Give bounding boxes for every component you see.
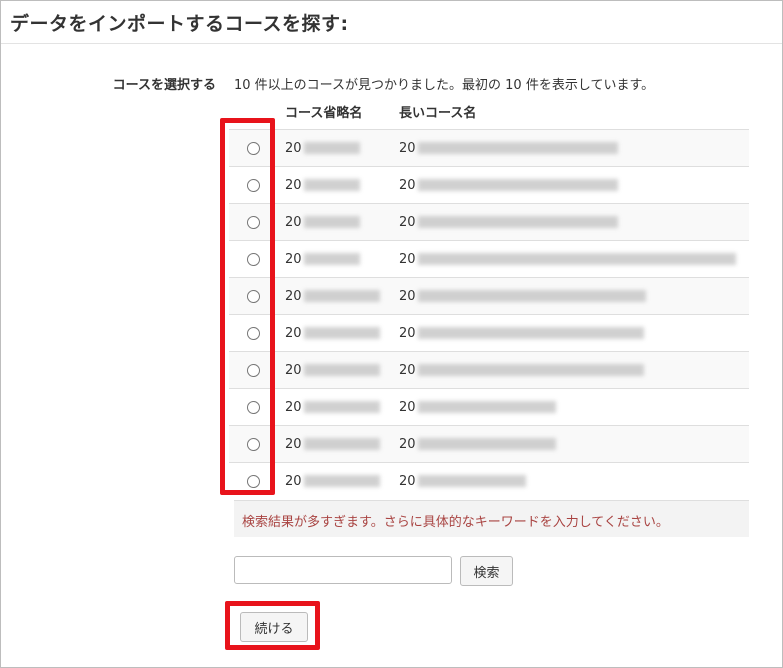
redacted-long-name (417, 216, 618, 228)
long-name-text: 20 (399, 214, 416, 230)
redacted-long-name (417, 438, 556, 450)
long-name-text: 20 (399, 473, 416, 489)
long-name-text: 20 (399, 325, 416, 341)
redacted-long-name (417, 253, 736, 265)
short-name-column-header: コース省略名 (285, 105, 363, 121)
long-name-text: 20 (399, 436, 416, 452)
table-row[interactable]: 20 20 (229, 388, 749, 426)
short-name-text: 20 (285, 399, 302, 415)
redacted-short-name (303, 142, 360, 154)
radio-column-highlight (220, 118, 275, 495)
long-name-text: 20 (399, 399, 416, 415)
search-button[interactable]: 検索 (460, 556, 513, 586)
redacted-short-name (303, 216, 360, 228)
long-name-column-header: 長いコース名 (399, 105, 477, 121)
table-row[interactable]: 20 20 (229, 129, 749, 167)
short-name-text: 20 (285, 214, 302, 230)
course-results-table: コース省略名 長いコース名 20 20 20 20 20 20 20 20 20… (229, 93, 749, 499)
redacted-short-name (303, 290, 380, 302)
search-input[interactable] (234, 556, 452, 584)
redacted-short-name (303, 253, 360, 265)
search-warning-box: 検索結果が多すぎます。さらに具体的なキーワードを入力してください。 (234, 500, 749, 537)
table-row[interactable]: 20 20 (229, 462, 749, 499)
table-row[interactable]: 20 20 (229, 240, 749, 278)
import-course-search-panel: データをインポートするコースを探す: コースを選択する 10 件以上のコースが見… (0, 0, 783, 668)
table-row[interactable]: 20 20 (229, 166, 749, 204)
redacted-long-name (417, 290, 646, 302)
redacted-short-name (303, 401, 380, 413)
short-name-text: 20 (285, 473, 302, 489)
redacted-short-name (303, 364, 380, 376)
table-row[interactable]: 20 20 (229, 314, 749, 352)
table-row[interactable]: 20 20 (229, 351, 749, 389)
short-name-text: 20 (285, 288, 302, 304)
course-select-label: コースを選択する (112, 78, 216, 93)
short-name-text: 20 (285, 251, 302, 267)
continue-button-highlight (225, 601, 320, 650)
table-row[interactable]: 20 20 (229, 277, 749, 315)
long-name-text: 20 (399, 251, 416, 267)
redacted-long-name (417, 327, 644, 339)
short-name-text: 20 (285, 140, 302, 156)
page-title: データをインポートするコースを探す: (10, 13, 349, 35)
long-name-text: 20 (399, 140, 416, 156)
short-name-text: 20 (285, 436, 302, 452)
short-name-text: 20 (285, 177, 302, 193)
long-name-text: 20 (399, 288, 416, 304)
short-name-text: 20 (285, 325, 302, 341)
long-name-text: 20 (399, 177, 416, 193)
search-warning-text: 検索結果が多すぎます。さらに具体的なキーワードを入力してください。 (242, 515, 669, 530)
table-header-row: コース省略名 長いコース名 (229, 93, 749, 130)
redacted-short-name (303, 179, 360, 191)
redacted-long-name (417, 142, 618, 154)
result-summary: 10 件以上のコースが見つかりました。最初の 10 件を表示しています。 (234, 78, 655, 93)
redacted-long-name (417, 179, 618, 191)
table-row[interactable]: 20 20 (229, 425, 749, 463)
table-row[interactable]: 20 20 (229, 203, 749, 241)
redacted-long-name (417, 401, 556, 413)
redacted-long-name (417, 364, 644, 376)
course-results-body: 20 20 20 20 20 20 20 20 20 20 20 20 20 2… (229, 129, 749, 499)
redacted-short-name (303, 475, 380, 487)
redacted-long-name (417, 475, 526, 487)
long-name-text: 20 (399, 362, 416, 378)
short-name-text: 20 (285, 362, 302, 378)
title-divider (1, 43, 782, 44)
redacted-short-name (303, 327, 380, 339)
redacted-short-name (303, 438, 380, 450)
